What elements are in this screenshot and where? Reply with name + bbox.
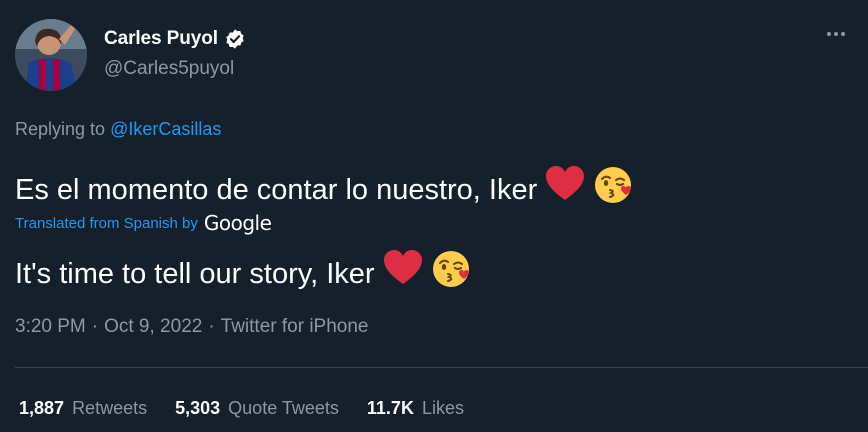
more-dot-icon (834, 32, 838, 36)
likes-count: 11.7K (366, 398, 414, 418)
more-dot-icon (827, 32, 831, 36)
retweets-stat[interactable]: 1,887 Retweets (19, 398, 147, 419)
engagement-stats: 1,887 Retweets 5,303 Quote Tweets 11.7K … (19, 398, 464, 419)
tweet-date[interactable]: Oct 9, 2022 (104, 316, 202, 338)
author-block: Carles Puyol @Carles5puyol (104, 26, 246, 80)
tweet-translated-text: It's time to tell our story, Iker (15, 248, 473, 299)
likes-label: Likes (421, 398, 464, 418)
author-handle[interactable]: @Carles5puyol (104, 58, 246, 80)
meta-separator: · (91, 316, 99, 337)
translation-provider: Google (203, 211, 272, 235)
red-heart-icon (383, 250, 423, 297)
tweet: Carles Puyol @Carles5puyol Replying to @… (0, 0, 868, 432)
original-text: Es el momento de contar lo nuestro, Iker (15, 173, 538, 206)
quotes-label: Quote Tweets (228, 398, 339, 418)
translation-note[interactable]: Translated from Spanish by (15, 215, 198, 232)
replying-to-label: Replying to (15, 119, 111, 139)
kiss-face-icon (431, 248, 473, 299)
replying-to: Replying to @IkerCasillas (15, 119, 221, 140)
translation-attribution: Translated from Spanish by Google (15, 211, 272, 235)
more-options-button[interactable] (822, 24, 850, 44)
kiss-face-icon (593, 164, 635, 215)
quote-tweets-stat[interactable]: 5,303 Quote Tweets (175, 398, 339, 419)
author-name[interactable]: Carles Puyol (104, 28, 218, 50)
likes-stat[interactable]: 11.7K Likes (367, 398, 464, 419)
retweets-label: Retweets (72, 398, 148, 418)
translated-text: It's time to tell our story, Iker (15, 257, 375, 290)
quotes-count: 5,303 (175, 398, 221, 418)
verified-badge-icon (224, 28, 246, 50)
tweet-time[interactable]: 3:20 PM (15, 316, 86, 338)
tweet-original-text: Es el momento de contar lo nuestro, Iker (15, 164, 635, 215)
retweets-count: 1,887 (19, 398, 65, 418)
meta-separator: · (208, 316, 215, 337)
divider (15, 367, 868, 368)
more-dot-icon (841, 32, 845, 36)
name-row: Carles Puyol (104, 26, 246, 52)
tweet-source[interactable]: Twitter for iPhone (221, 316, 369, 338)
tweet-meta: 3:20 PM · Oct 9, 2022 · Twitter for iPho… (15, 316, 369, 338)
reply-target-link[interactable]: @IkerCasillas (110, 119, 221, 139)
red-heart-icon (545, 166, 585, 213)
avatar[interactable] (15, 19, 87, 91)
